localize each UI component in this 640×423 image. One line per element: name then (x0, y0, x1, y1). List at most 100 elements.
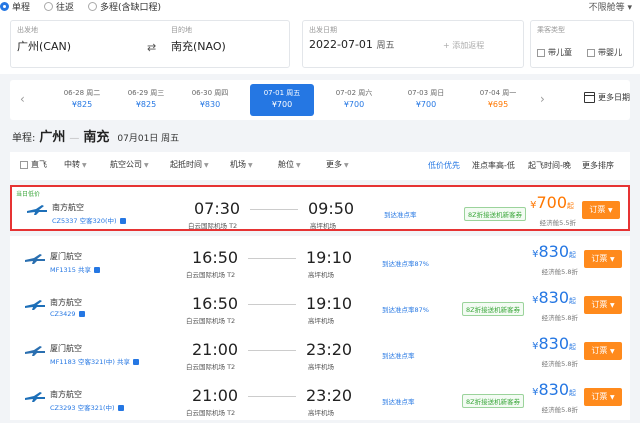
chevron-down-icon: ▼ (296, 162, 301, 169)
calendar-icon (584, 92, 595, 103)
sort-lowest-price[interactable]: 低价优先 (428, 160, 460, 171)
date-cell[interactable]: 07-04 周一 ¥695 (466, 84, 530, 116)
promo-badge[interactable]: 8Z折接送机新客券 (464, 207, 527, 221)
departure-time: 21:00 (192, 386, 239, 405)
date-price: ¥700 (271, 100, 293, 109)
book-button[interactable]: 订票 ▼ (584, 388, 622, 406)
promo-badge[interactable]: 8Z折接送机新客券 (462, 394, 525, 408)
chevron-left-icon[interactable]: ‹ (20, 92, 25, 106)
promo-badge[interactable]: 8Z折接送机新客券 (462, 302, 525, 316)
direct-checkbox[interactable]: 直飞 (20, 159, 47, 170)
trip-roundtrip-radio[interactable]: 往返 (44, 0, 74, 13)
book-button[interactable]: 订票 ▼ (584, 342, 622, 360)
filter-transfer[interactable]: 中转 ▼ (64, 159, 87, 170)
flight-number: CZ3293 空客321(中) (50, 402, 124, 412)
codeshare-label: 共享 (117, 358, 131, 366)
chevron-down-icon: ▼ (248, 162, 253, 169)
checkbox-icon (587, 48, 595, 57)
flight-number: MF1315 共享 (50, 264, 100, 274)
cabin-discount: 经济舱5.8折 (541, 360, 578, 368)
radio-dot-icon (44, 1, 54, 11)
flight-row[interactable]: 厦门航空 MF1183 空客321(中) 共享 21:00 白云国际机场 T2 23:2… (10, 328, 630, 374)
filter-airport[interactable]: 机场 ▼ (230, 159, 253, 170)
arrival-time: 09:50 (308, 199, 355, 218)
route-line (248, 350, 296, 351)
date-cell[interactable]: 07-01 周五 ¥700 (250, 84, 314, 116)
date-cell[interactable]: 06-29 周三 ¥825 (114, 84, 178, 116)
info-icon[interactable] (117, 405, 124, 411)
departure-time: 16:50 (192, 294, 239, 313)
chevron-down-icon: ▼ (607, 207, 613, 214)
trip-oneway-radio[interactable]: 单程 (0, 0, 30, 13)
radio-dot-icon (0, 1, 9, 11)
cabin-discount: 经济舱5.8折 (541, 406, 578, 414)
price: ¥830起 (532, 242, 576, 261)
date-cell[interactable]: 06-30 周四 ¥830 (178, 84, 242, 116)
child-checkbox[interactable]: 带儿童 (537, 47, 572, 58)
chevron-down-icon: ▼ (609, 302, 615, 309)
filter-airline[interactable]: 航空公司 ▼ (110, 159, 149, 170)
checkbox-icon (537, 48, 545, 57)
route-label: 单程: (12, 133, 36, 144)
cabin-discount: 经济舱5.8折 (541, 314, 578, 322)
date-strip: ‹ 06-28 周二 ¥825 06-29 周三 ¥825 06-30 周四 ¥830 07… (10, 80, 630, 120)
price: ¥830起 (532, 288, 576, 307)
flight-row[interactable]: 南方航空 CZ3429 16:50 白云国际机场 T2 19:10 高坪机场 到达准点率87… (10, 282, 630, 328)
airline-logo-icon (25, 300, 45, 310)
book-button[interactable]: 订票 ▼ (582, 201, 620, 219)
info-icon[interactable] (93, 267, 100, 273)
date-label: 07-01 周五 (263, 89, 301, 97)
swap-icon[interactable]: ⇄ (147, 41, 156, 54)
date-price: ¥700 (415, 100, 437, 109)
info-icon[interactable] (119, 218, 126, 224)
departure-time: 21:00 (192, 340, 239, 359)
from-input[interactable]: 广州(CAN) (17, 38, 71, 54)
date-field[interactable]: 出发日期 2022-07-01 周五 + 添加返程 (302, 20, 524, 68)
add-return-link[interactable]: + 添加返程 (443, 40, 484, 51)
sort-punctuality[interactable]: 准点率高-低 (472, 160, 515, 171)
arrival-airport: 高坪机场 (308, 271, 334, 279)
info-icon[interactable] (78, 311, 85, 317)
trip-type-bar: 单程 往返 多程(含缺口程) (0, 0, 640, 13)
flight-row[interactable]: 当日低价 南方航空 CZ5337 空客320(中) 07:30 白云国际机场 T2 09:… (10, 185, 630, 231)
punctuality-rate: 到达准点率 (382, 398, 415, 406)
filter-time[interactable]: 起抵时间 ▼ (170, 159, 209, 170)
date-price: ¥825 (135, 100, 157, 109)
date-price: ¥700 (343, 100, 365, 109)
chevron-right-icon[interactable]: › (540, 92, 545, 106)
date-cell[interactable]: 07-03 周日 ¥700 (394, 84, 458, 116)
route-date: 07月01日 周五 (117, 134, 180, 144)
route-line (250, 209, 298, 210)
airline-logo-icon (25, 392, 45, 402)
sort-departure[interactable]: 起飞时间-晚 (528, 160, 571, 171)
book-button[interactable]: 订票 ▼ (584, 250, 622, 268)
filter-cabin[interactable]: 舱位 ▼ (278, 159, 301, 170)
to-input[interactable]: 南充(NAO) (171, 38, 226, 54)
flight-row[interactable]: 南方航空 CZ3293 空客321(中) 21:00 白云国际机场 T2 23:20 高坪… (10, 374, 630, 420)
date-cell[interactable]: 07-02 周六 ¥700 (322, 84, 386, 116)
arrival-airport: 高坪机场 (310, 222, 336, 230)
date-cell[interactable]: 06-28 周二 ¥825 (50, 84, 114, 116)
filter-bar: 直飞 中转 ▼ 航空公司 ▼ 起抵时间 ▼ 机场 ▼ 舱位 ▼ 更多 ▼ 低价优先 准点率高… (10, 152, 630, 180)
chevron-down-icon: ▼ (609, 394, 615, 401)
filter-more[interactable]: 更多 ▼ (326, 159, 349, 170)
date-label: 06-30 周四 (191, 89, 229, 97)
pax-caption: 乘客类型 (537, 26, 565, 34)
arrival-time: 23:20 (306, 386, 353, 405)
date-price: ¥695 (487, 100, 509, 109)
arrival-time: 23:20 (306, 340, 353, 359)
book-button[interactable]: 订票 ▼ (584, 296, 622, 314)
date-label: 07-04 周一 (479, 89, 517, 97)
arrival-airport: 高坪机场 (308, 363, 334, 371)
trip-multi-radio[interactable]: 多程(含缺口程) (88, 0, 161, 13)
info-icon[interactable] (133, 359, 140, 365)
to-caption: 目的地 (171, 26, 192, 34)
route-heading: 单程: 广州 — 南充 07月01日 周五 (12, 126, 179, 145)
route-dash: — (69, 133, 80, 144)
airline-logo-icon (25, 346, 45, 356)
more-dates-button[interactable]: 更多日期 (584, 92, 630, 103)
flight-row[interactable]: 厦门航空 MF1315 共享 16:50 白云国际机场 T2 19:10 高坪机场 到达准点… (10, 236, 630, 282)
sort-more[interactable]: 更多排序 (582, 160, 614, 171)
from-caption: 出发地 (17, 26, 38, 34)
infant-checkbox[interactable]: 带婴儿 (587, 47, 622, 58)
